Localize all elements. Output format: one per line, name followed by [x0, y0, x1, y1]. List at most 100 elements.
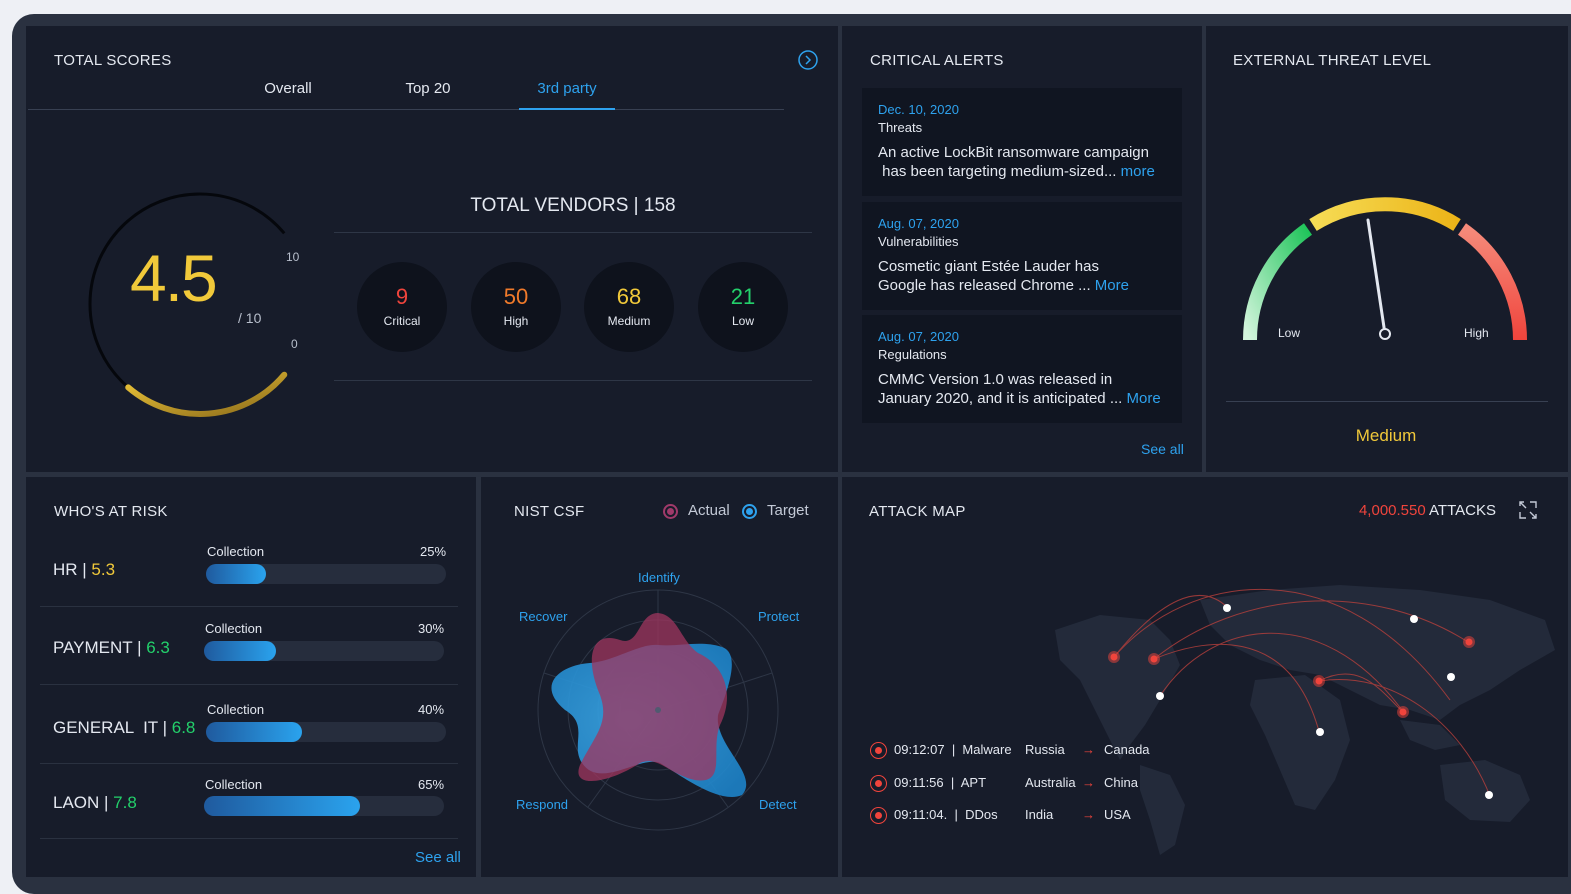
total-score-value: 4.5: [130, 241, 218, 315]
arrow-right-icon: →: [1082, 807, 1095, 822]
radar-axis-respond: Respond: [516, 797, 569, 812]
vendor-critical-label: Critical: [383, 314, 421, 328]
risk-row-laon[interactable]: LAON | 7.8 Collection 65%: [40, 764, 458, 842]
risk-collection-label: Collection: [207, 702, 265, 717]
risk-score: 6.8: [171, 718, 196, 737]
attack-feed-row[interactable]: 09:11:56 | APT Australia → China: [868, 775, 1168, 793]
nist-radar-chart: [537, 589, 779, 831]
risk-bar: [206, 564, 446, 584]
vendor-high[interactable]: 50 High: [471, 262, 561, 352]
nist-csf-title: NIST CSF: [514, 503, 585, 520]
attack-map-title: ATTACK MAP: [869, 503, 966, 520]
attack-time-type: 09:12:07 | Malware: [894, 742, 1012, 757]
alert-more-link[interactable]: more: [1121, 163, 1155, 180]
risk-collection-label: Collection: [205, 621, 263, 636]
total-vendors-title: TOTAL VENDORS | 158: [470, 195, 676, 216]
alert-text: CMMC Version 1.0 was released in: [878, 371, 1113, 388]
risk-dept: GENERAL IT |: [53, 718, 172, 737]
risk-dept: PAYMENT |: [53, 638, 147, 657]
next-arrow-icon[interactable]: [798, 50, 818, 70]
map-land-southeast-asia: [1400, 720, 1460, 750]
risk-row-hr[interactable]: HR | 5.3 Collection 25%: [40, 530, 458, 608]
attack-feed-row[interactable]: 09:11:04. | DDos India → USA: [868, 807, 1168, 825]
risk-name: LAON | 7.8: [53, 793, 137, 813]
risk-percent: 25%: [420, 544, 447, 559]
risk-bar: [204, 796, 444, 816]
risk-score: 7.8: [113, 793, 137, 812]
alert-text: January 2020, and it is anticipated ...: [878, 390, 1123, 407]
radar-axis-protect: Protect: [758, 609, 800, 624]
external-threat-title: EXTERNAL THREAT LEVEL: [1233, 52, 1432, 69]
attack-to: Canada: [1104, 742, 1150, 757]
alert-more-link[interactable]: More: [1127, 390, 1161, 407]
vendor-low[interactable]: 21 Low: [698, 262, 788, 352]
tab-overall[interactable]: Overall: [228, 80, 348, 110]
gauge-max-label: 10: [286, 250, 300, 264]
vendor-high-count: 50: [503, 284, 529, 309]
risk-dept: HR |: [53, 560, 92, 579]
risk-score: 5.3: [91, 560, 116, 579]
risk-row-payment[interactable]: PAYMENT | 6.3 Collection 30%: [40, 608, 458, 686]
attack-to: USA: [1104, 807, 1131, 822]
expand-icon[interactable]: [1518, 500, 1538, 520]
radar-axis-identify: Identify: [638, 570, 680, 585]
alert-category: Vulnerabilities: [878, 234, 959, 249]
risk-name: GENERAL IT | 6.8: [53, 718, 195, 738]
map-land-australia: [1440, 760, 1530, 822]
threat-gauge: [1242, 197, 1528, 341]
vendor-low-label: Low: [731, 314, 754, 328]
attack-feed-row[interactable]: 09:12:07 | Malware Russia → Canada: [868, 742, 1168, 760]
legend-actual-radio[interactable]: [663, 504, 678, 519]
attack-from: Australia: [1025, 775, 1076, 790]
alert-category: Threats: [878, 120, 923, 135]
vendor-medium-count: 68: [616, 284, 642, 309]
gauge-segment-medium: [1309, 197, 1461, 231]
alert-item[interactable]: Aug. 07, 2020 Regulations CMMC Version 1…: [862, 315, 1182, 423]
alert-more-link[interactable]: More: [1095, 277, 1129, 294]
risk-percent: 65%: [418, 777, 445, 792]
attack-dot-icon: [870, 807, 887, 824]
risk-name: PAYMENT | 6.3: [53, 638, 170, 658]
attack-to: China: [1104, 775, 1138, 790]
vendors-divider-top: [334, 232, 812, 233]
gauge-low-label: Low: [1278, 326, 1301, 340]
score-tabs: Overall Top 20 3rd party: [28, 80, 784, 110]
total-scores-title: TOTAL SCORES: [54, 52, 172, 69]
critical-alerts-title: CRITICAL ALERTS: [870, 52, 1004, 69]
attack-count-value: 4,000.550: [1358, 502, 1426, 519]
score-gauge-fill: [125, 371, 288, 417]
risk-bar: [206, 722, 446, 742]
alert-item[interactable]: Aug. 07, 2020 Vulnerabilities Cosmetic g…: [862, 202, 1182, 310]
alerts-see-all-link[interactable]: See all: [1141, 441, 1184, 457]
threat-level-value: Medium: [1355, 426, 1417, 445]
vendor-critical[interactable]: 9 Critical: [357, 262, 447, 352]
tab-top-20[interactable]: Top 20: [368, 80, 488, 110]
score-max: / 10: [238, 310, 262, 326]
vendor-high-label: High: [503, 314, 529, 328]
alert-text: An active LockBit ransomware campaign: [878, 144, 1149, 161]
gauge-high-label: High: [1464, 326, 1489, 340]
risk-row-general-it[interactable]: GENERAL IT | 6.8 Collection 40%: [40, 688, 458, 766]
alert-category: Regulations: [878, 347, 947, 362]
arrow-right-icon: →: [1082, 742, 1095, 757]
tab-3rd-party[interactable]: 3rd party: [519, 80, 615, 110]
attack-dot-icon: [870, 742, 887, 759]
risk-bar-fill: [204, 796, 360, 816]
vendor-medium[interactable]: 68 Medium: [584, 262, 674, 352]
legend-target-radio[interactable]: [742, 504, 757, 519]
alert-date: Dec. 10, 2020: [878, 102, 959, 117]
attack-dot-icon: [870, 775, 887, 792]
alert-item[interactable]: Dec. 10, 2020 Threats An active LockBit …: [862, 88, 1182, 196]
legend-target-label: Target: [767, 502, 809, 519]
alert-text: Google has released Chrome ...: [878, 277, 1091, 294]
gauge-segment-high: [1457, 223, 1528, 341]
risk-see-all-link[interactable]: See all: [415, 849, 461, 866]
risk-collection-label: Collection: [205, 777, 263, 792]
gauge-segment-low: [1242, 223, 1313, 341]
vendors-divider-bottom: [334, 380, 812, 381]
alert-text: Cosmetic giant Estée Lauder has: [878, 258, 1099, 275]
attack-time-type: 09:11:04. | DDos: [894, 807, 998, 822]
attack-count-label: ATTACKS: [1425, 502, 1496, 519]
risk-bar-fill: [204, 641, 276, 661]
actual-area: [578, 613, 727, 782]
